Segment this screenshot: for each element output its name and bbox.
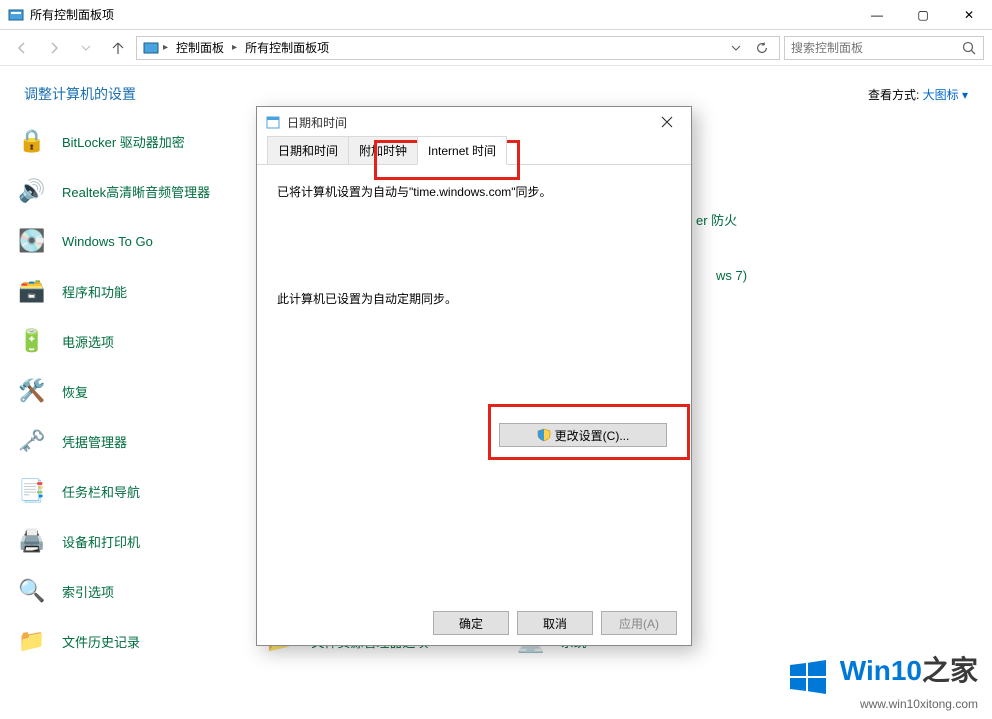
item-label: 程序和功能 [62, 282, 127, 301]
nav-bar: ▸ 控制面板 ▸ 所有控制面板项 [0, 30, 992, 66]
recent-dropdown[interactable] [72, 34, 100, 62]
item-icon: 📑 [16, 475, 48, 507]
item-label: 文件历史记录 [62, 632, 140, 651]
control-panel-item[interactable]: 🖨️ 设备和打印机 [16, 516, 262, 566]
dialog-close-button[interactable] [651, 110, 683, 134]
tab-datetime[interactable]: 日期和时间 [267, 136, 349, 164]
page-title: 调整计算机的设置 [24, 84, 136, 104]
item-label: BitLocker 驱动器加密 [62, 132, 185, 151]
control-panel-icon [143, 40, 159, 56]
item-icon: 🖨️ [16, 525, 48, 557]
item-label: Windows To Go [62, 234, 153, 249]
apply-button[interactable]: 应用(A) [601, 611, 677, 635]
minimize-button[interactable]: — [854, 0, 900, 30]
item-icon: 💽 [16, 225, 48, 257]
partial-item-2[interactable]: ws 7) [716, 268, 747, 283]
control-panel-item[interactable]: 📁 文件历史记录 [16, 616, 262, 666]
item-icon: 🔊 [16, 175, 48, 207]
item-icon: 🔒 [16, 125, 48, 157]
forward-button[interactable] [40, 34, 68, 62]
window-titlebar: 所有控制面板项 — ▢ ✕ [0, 0, 992, 30]
datetime-dialog: 日期和时间 日期和时间 附加时钟 Internet 时间 已将计算机设置为自动与… [256, 106, 692, 646]
address-dropdown[interactable] [725, 37, 747, 59]
close-button[interactable]: ✕ [946, 0, 992, 30]
watermark: Win10之家 www.win10xitong.com [788, 649, 978, 711]
control-panel-item[interactable]: 🗃️ 程序和功能 [16, 266, 262, 316]
item-icon: 🛠️ [16, 375, 48, 407]
windows-logo-icon [788, 657, 828, 697]
view-dropdown[interactable]: 大图标 ▾ [923, 88, 968, 102]
tab-additional-clocks[interactable]: 附加时钟 [348, 136, 418, 164]
search-icon[interactable] [961, 40, 977, 56]
cancel-button[interactable]: 取消 [517, 611, 593, 635]
breadcrumb-1[interactable]: 控制面板 [172, 39, 228, 56]
dialog-footer: 确定 取消 应用(A) [433, 611, 677, 635]
item-label: 任务栏和导航 [62, 482, 140, 501]
control-panel-item[interactable]: 🛠️ 恢复 [16, 366, 262, 416]
item-label: 索引选项 [62, 582, 114, 601]
control-panel-item[interactable]: 🔍 索引选项 [16, 566, 262, 616]
item-icon: 🗝️ [16, 425, 48, 457]
dialog-tabs: 日期和时间 附加时钟 Internet 时间 [257, 137, 691, 165]
refresh-button[interactable] [751, 37, 773, 59]
item-icon: 🔋 [16, 325, 48, 357]
shield-icon [537, 428, 551, 442]
ok-button[interactable]: 确定 [433, 611, 509, 635]
sync-auto-text: 此计算机已设置为自动定期同步。 [277, 290, 671, 307]
item-icon: 🗃️ [16, 275, 48, 307]
view-label: 查看方式: [868, 88, 919, 102]
breadcrumb-sep-icon: ▸ [232, 42, 237, 53]
address-bar[interactable]: ▸ 控制面板 ▸ 所有控制面板项 [136, 36, 780, 60]
item-label: 恢复 [62, 382, 88, 401]
watermark-brand-a: Win10 [840, 655, 922, 686]
control-panel-item[interactable]: 🔒 BitLocker 驱动器加密 [16, 116, 262, 166]
dialog-icon [265, 114, 281, 130]
item-label: 电源选项 [62, 332, 114, 351]
search-input[interactable] [791, 41, 955, 55]
watermark-brand-b: 之家 [922, 655, 978, 686]
item-label: 设备和打印机 [62, 532, 140, 551]
back-button[interactable] [8, 34, 36, 62]
item-icon: 🔍 [16, 575, 48, 607]
control-panel-item[interactable]: 🗝️ 凭据管理器 [16, 416, 262, 466]
dialog-title: 日期和时间 [287, 114, 651, 131]
app-icon [8, 7, 24, 23]
control-panel-item[interactable]: 📑 任务栏和导航 [16, 466, 262, 516]
item-icon: 📁 [16, 625, 48, 657]
partial-item-1[interactable]: er 防火 [696, 210, 737, 229]
maximize-button[interactable]: ▢ [900, 0, 946, 30]
tab-internet-time[interactable]: Internet 时间 [417, 136, 507, 165]
up-button[interactable] [104, 34, 132, 62]
item-label: Realtek高清晰音频管理器 [62, 182, 210, 201]
dialog-body: 已将计算机设置为自动与"time.windows.com"同步。 此计算机已设置… [257, 165, 691, 595]
change-settings-button[interactable]: 更改设置(C)... [499, 423, 667, 447]
control-panel-item[interactable]: 🔋 电源选项 [16, 316, 262, 366]
dialog-titlebar: 日期和时间 [257, 107, 691, 137]
item-label: 凭据管理器 [62, 432, 127, 451]
breadcrumb-2[interactable]: 所有控制面板项 [241, 39, 333, 56]
control-panel-item[interactable]: 🔊 Realtek高清晰音频管理器 [16, 166, 262, 216]
window-title: 所有控制面板项 [30, 6, 854, 23]
search-box[interactable] [784, 36, 984, 60]
watermark-url: www.win10xitong.com [788, 697, 978, 711]
breadcrumb-sep-icon: ▸ [163, 42, 168, 53]
sync-status-text: 已将计算机设置为自动与"time.windows.com"同步。 [277, 183, 671, 200]
control-panel-item[interactable]: 💽 Windows To Go [16, 216, 262, 266]
